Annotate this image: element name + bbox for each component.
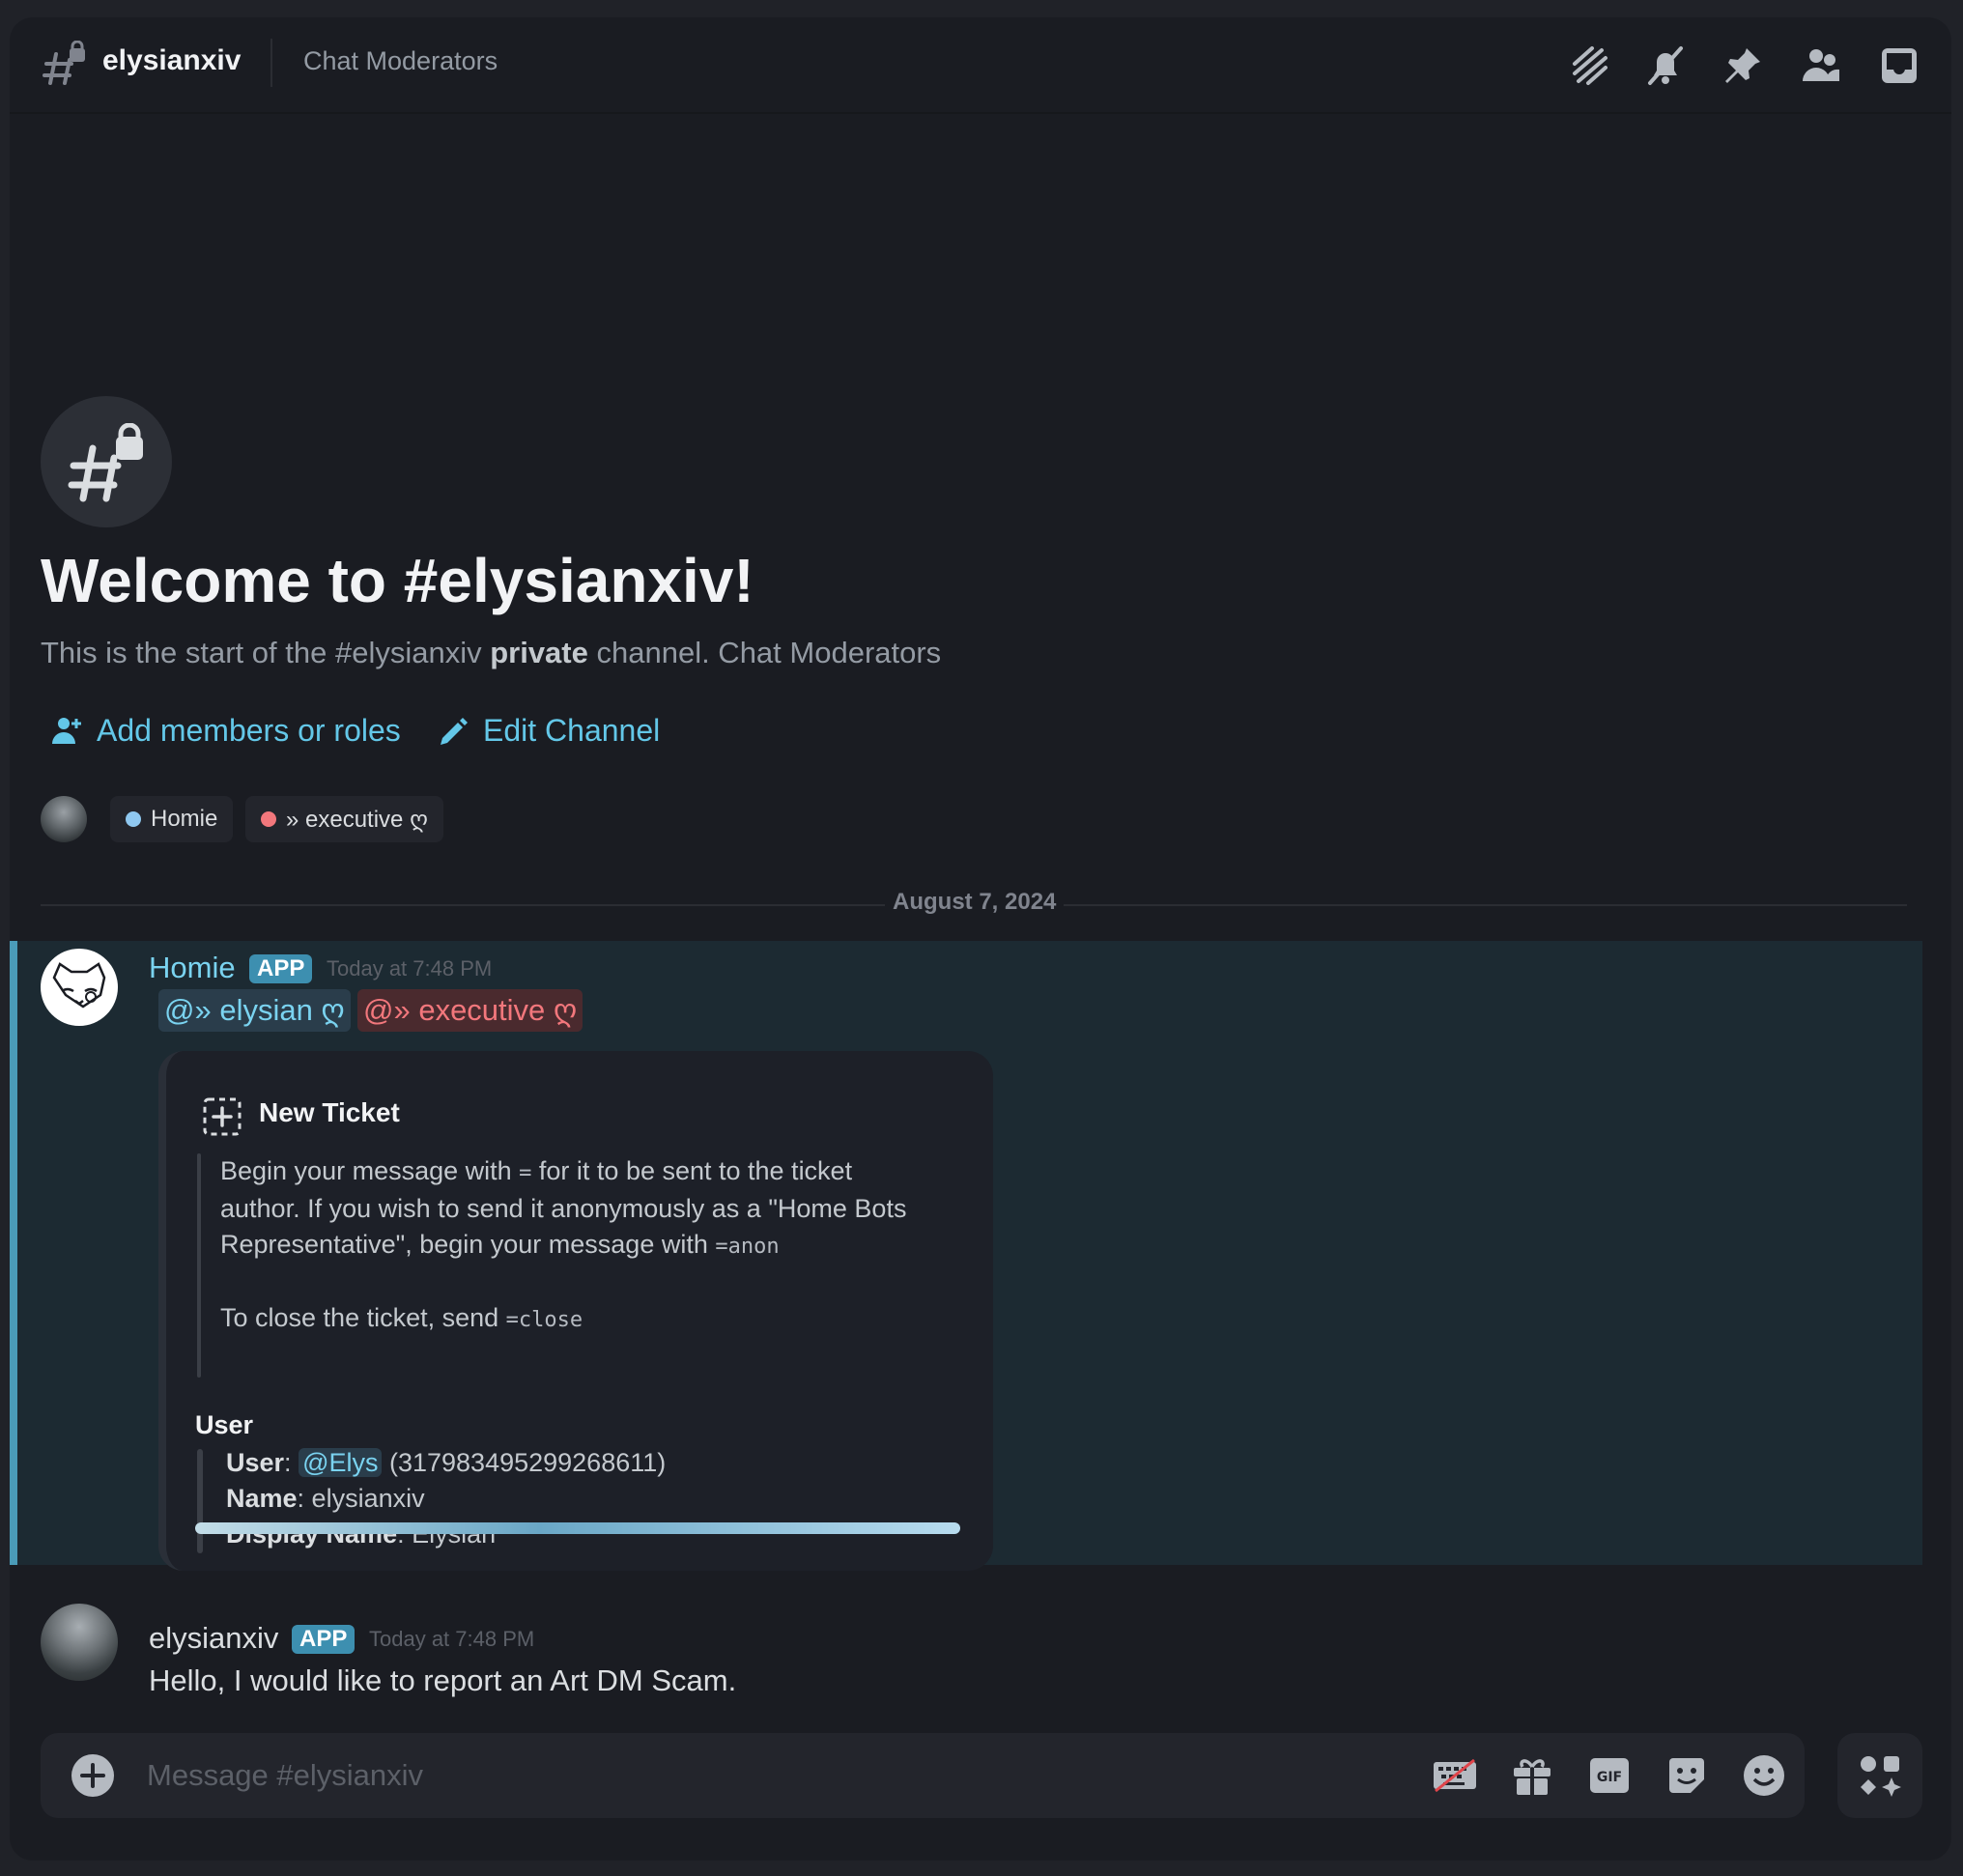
role-color-dot (126, 811, 141, 827)
svg-text:GIF: GIF (1597, 1770, 1622, 1785)
field-value: : elysianxiv (297, 1484, 425, 1513)
message-timestamp[interactable]: Today at 7:48 PM (369, 1627, 534, 1652)
embed-image-bar (195, 1522, 960, 1534)
embed-desc-text: Representative", begin your message with (220, 1230, 716, 1259)
pin-icon[interactable] (1720, 43, 1766, 89)
channel-topic[interactable]: Chat Moderators (303, 46, 498, 76)
embed-field-quote-bar (197, 1449, 203, 1553)
embed-desc-text: Begin your message with (220, 1156, 520, 1185)
user-avatar[interactable] (41, 1604, 118, 1681)
sticker-icon[interactable] (1664, 1752, 1710, 1799)
message-content: Hello, I would like to report an Art DM … (149, 1663, 737, 1697)
threads-icon[interactable] (1565, 43, 1611, 89)
inline-code: = (519, 1161, 532, 1185)
embed-field-value: User: @Elys (317983495299268611) Name: e… (226, 1448, 667, 1549)
pencil-icon (441, 717, 468, 745)
member-avatar[interactable] (41, 796, 87, 842)
embed-desc-text: for it to be sent to the ticket (531, 1156, 853, 1185)
role-chip-executive[interactable]: » executive ღ (245, 796, 443, 842)
upload-button[interactable] (70, 1752, 116, 1799)
private-channel-icon (43, 41, 85, 85)
role-chip-homie[interactable]: Homie (110, 796, 234, 842)
inline-code: =close (505, 1308, 583, 1332)
embed-description: Begin your message with = for it to be s… (220, 1153, 974, 1338)
welcome-subtitle: This is the start of the #elysianxiv pri… (41, 636, 941, 670)
header-divider (270, 39, 272, 87)
homie-avatar[interactable] (41, 949, 118, 1026)
welcome-subtitle-end: channel. Chat Moderators (587, 636, 942, 669)
ticket-embed: New Ticket Begin your message with = for… (158, 1051, 993, 1571)
edit-channel-button[interactable]: Edit Channel (437, 713, 660, 749)
gift-icon[interactable] (1509, 1752, 1555, 1799)
emoji-icon[interactable] (1741, 1752, 1787, 1799)
role-mention-elysian[interactable]: @» elysian ღ (158, 989, 351, 1032)
message-input[interactable] (147, 1752, 1383, 1799)
message-composer: GIF (41, 1733, 1805, 1818)
add-members-button[interactable]: Add members or roles (50, 713, 401, 749)
role-color-dot (261, 811, 276, 827)
embed-desc-text: author. If you wish to send it anonymous… (220, 1194, 907, 1223)
add-member-icon (52, 717, 81, 744)
welcome-title: Welcome to #elysianxiv! (41, 546, 754, 615)
member-list-icon[interactable] (1797, 43, 1843, 89)
date-divider-label: August 7, 2024 (885, 889, 1065, 916)
welcome-subtitle-bold: private (490, 636, 588, 669)
private-channel-large-icon (68, 423, 143, 502)
role-label: » executive ღ (286, 806, 428, 833)
embed-desc-text: To close the ticket, send (220, 1303, 506, 1332)
plus-circle-icon (71, 1754, 114, 1797)
apps-icon (1861, 1756, 1901, 1797)
role-label: Homie (151, 806, 218, 832)
fox-avatar-icon (52, 962, 106, 1009)
user-id: (317983495299268611) (382, 1448, 667, 1477)
message-author[interactable]: elysianxiv (149, 1621, 278, 1656)
embed-title: New Ticket (259, 1097, 400, 1127)
field-label: User (226, 1448, 285, 1477)
notification-off-icon[interactable] (1642, 43, 1689, 89)
embed-field-name: User (195, 1410, 254, 1439)
message-timestamp[interactable]: Today at 7:48 PM (327, 956, 492, 981)
keyboard-off-icon[interactable] (1432, 1752, 1478, 1799)
welcome-subtitle-start: This is the start of the #elysianxiv (41, 636, 491, 669)
chat-window: elysianxiv Chat Moderators Welcome to #e… (10, 17, 1951, 1861)
channel-header: elysianxiv Chat Moderators (10, 17, 1951, 114)
inbox-icon[interactable] (1876, 43, 1922, 89)
gif-icon[interactable]: GIF (1586, 1752, 1633, 1799)
app-badge: APP (249, 954, 313, 983)
apps-button[interactable] (1837, 1733, 1922, 1818)
inline-code: =anon (715, 1235, 780, 1259)
channel-name: elysianxiv (102, 44, 242, 76)
embed-quote-bar (197, 1153, 201, 1378)
app-badge: APP (292, 1625, 356, 1654)
user-mention[interactable]: @Elys (299, 1448, 383, 1477)
field-label: Name (226, 1484, 298, 1513)
welcome-channel-icon (41, 396, 172, 527)
edit-channel-label: Edit Channel (483, 713, 661, 748)
role-mention-executive[interactable]: @» executive ღ (357, 989, 583, 1032)
new-ticket-icon (203, 1097, 242, 1136)
message-author[interactable]: Homie (149, 951, 236, 985)
add-members-label: Add members or roles (97, 713, 401, 748)
